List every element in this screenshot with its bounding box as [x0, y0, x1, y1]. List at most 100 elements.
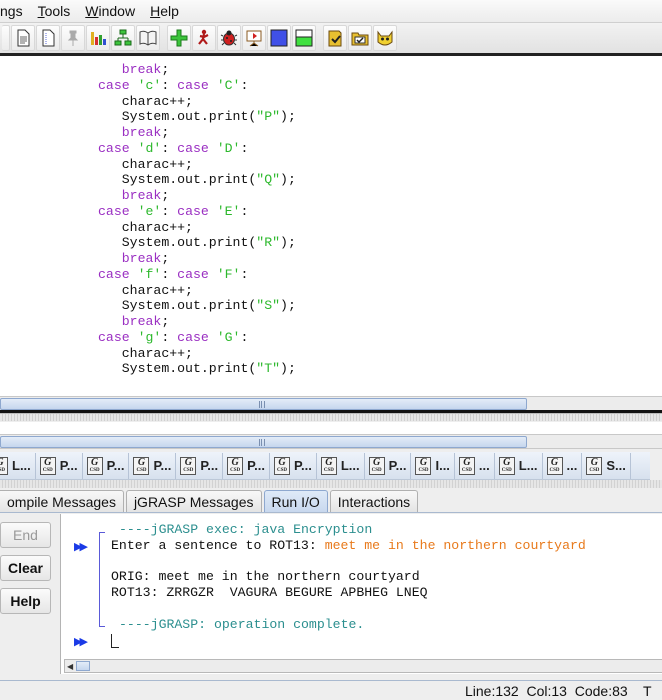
code-line: charac++;: [98, 283, 193, 299]
console-scroll-thumb[interactable]: [76, 661, 90, 671]
menu-tools[interactable]: Tools: [38, 3, 80, 19]
output-bracket: [99, 532, 105, 627]
presentation-button[interactable]: [242, 25, 266, 51]
file-tab-label: I...: [435, 458, 450, 473]
chart-button[interactable]: [86, 25, 110, 51]
tab-compile-messages[interactable]: ompile Messages: [0, 490, 124, 512]
code-token: ;: [161, 251, 170, 266]
file-tab[interactable]: GCSDL...: [495, 452, 543, 479]
file-tab-label: P...: [106, 458, 125, 473]
file-tab[interactable]: G CSD P...: [223, 452, 270, 479]
tab-jgrasp-messages[interactable]: jGRASP Messages: [125, 490, 262, 512]
book-button[interactable]: [136, 25, 160, 51]
debug-button[interactable]: [217, 25, 241, 51]
folder-check-icon: [351, 32, 369, 46]
code-token: :: [240, 266, 249, 282]
split-pane-handle-lower[interactable]: [0, 480, 662, 488]
hierarchy-button[interactable]: [111, 25, 135, 51]
file-tab[interactable]: G CSD...: [455, 452, 495, 479]
code-string: 'G': [216, 329, 241, 345]
tab-interactions[interactable]: Interactions: [329, 490, 419, 512]
secondary-horizontal-scrollbar[interactable]: [0, 434, 662, 449]
file-tab[interactable]: G CSD P...: [36, 452, 83, 479]
secondary-scroll-thumb[interactable]: [0, 436, 527, 448]
run-button[interactable]: [192, 25, 216, 51]
file-tab[interactable]: G CSD P...: [176, 452, 224, 479]
tab-run-io[interactable]: Run I/O: [263, 490, 328, 512]
code-token: );: [280, 235, 296, 251]
code-keyword: break: [121, 125, 162, 140]
csd-file-icon: GCSD: [180, 456, 197, 475]
clear-button[interactable]: Clear: [0, 555, 51, 581]
file-tab[interactable]: G CSD I...: [411, 452, 455, 479]
run-io-console[interactable]: ----jGRASP exec: java Encryption ▶▶ Ente…: [60, 514, 662, 674]
csd-file-icon: GCSD: [133, 456, 150, 475]
toolbar-partial-button[interactable]: [2, 25, 10, 51]
pin-button[interactable]: [61, 25, 85, 51]
code-token: :: [161, 266, 178, 282]
file-tab-label: P...: [153, 458, 172, 473]
editor-scroll-thumb[interactable]: [0, 398, 527, 410]
csd-file-icon: GCSD: [415, 456, 432, 475]
new-doc-button[interactable]: [36, 25, 60, 51]
code-editor[interactable]: break; case 'c': case 'C': charac++; Syst…: [0, 56, 662, 396]
code-keyword: break: [121, 314, 162, 329]
cat-icon: [377, 30, 393, 46]
scroll-left-arrow-icon[interactable]: ◀: [67, 662, 73, 671]
file-tab[interactable]: G CSD P...: [270, 452, 317, 479]
blue-square-button[interactable]: [267, 25, 291, 51]
split-pane-handle[interactable]: [0, 413, 662, 421]
menu-window[interactable]: Window: [85, 3, 144, 19]
code-token: :: [161, 140, 178, 156]
code-line: case 'g': case 'G':: [98, 330, 248, 346]
add-button[interactable]: [167, 25, 191, 51]
csd-file-icon: GCSD: [546, 456, 563, 475]
code-token: );: [280, 298, 296, 314]
code-token: :: [240, 77, 249, 93]
code-line: charac++;: [98, 94, 193, 110]
scroll-grip-icon: [259, 401, 265, 408]
code-token: :: [240, 140, 249, 156]
toolbar: [0, 22, 662, 53]
code-keyword: case: [177, 266, 209, 282]
input-cursor[interactable]: [111, 634, 119, 648]
cat-button[interactable]: [373, 25, 397, 51]
editor-horizontal-scrollbar[interactable]: [0, 396, 662, 411]
code-keyword: case: [98, 203, 130, 219]
file-tab[interactable]: G CSD S...: [582, 452, 631, 479]
code-keyword: break: [121, 188, 162, 203]
green-panel-icon: [295, 29, 313, 47]
menu-window-rest: indow: [98, 3, 136, 19]
file-tab[interactable]: GCSDL...: [317, 452, 365, 479]
folder-check-button[interactable]: [348, 25, 372, 51]
end-button[interactable]: End: [0, 522, 51, 548]
rot13-line: ROT13: ZRRGZR VAGURA BEGURE APBHEG LNEQ: [111, 585, 428, 600]
menu-settings[interactable]: ngs: [0, 3, 32, 19]
csd-file-icon: GCSD: [0, 456, 8, 475]
file-tab-label: P...: [59, 458, 78, 473]
file-tab[interactable]: G CSD...: [543, 452, 583, 479]
file-tab[interactable]: GCSD L...: [0, 452, 36, 479]
checklist-button[interactable]: [323, 25, 347, 51]
menu-help[interactable]: Help: [150, 3, 188, 19]
file-tab[interactable]: G CSD P...: [83, 452, 130, 479]
green-panel-button[interactable]: [292, 25, 316, 51]
code-token: ;: [161, 188, 170, 203]
run-icon: [198, 29, 209, 45]
code-token: System.out.print(: [121, 361, 257, 377]
code-string: 'f': [137, 266, 162, 282]
new-file-button[interactable]: [11, 25, 35, 51]
file-tab[interactable]: G CSD P...: [365, 452, 412, 479]
code-token: charac++;: [121, 156, 193, 172]
prompt-line: Enter a sentence to ROT13: meet me in th…: [111, 538, 586, 553]
console-horizontal-scrollbar[interactable]: ◀: [64, 659, 662, 673]
presentation-icon: [246, 30, 262, 47]
menu-tools-rest: ools: [44, 3, 71, 19]
file-tab-label: L...: [12, 458, 31, 473]
help-button[interactable]: Help: [0, 588, 51, 614]
file-tab[interactable]: G CSD P...: [129, 452, 177, 479]
debug-bug-icon: [220, 30, 238, 46]
